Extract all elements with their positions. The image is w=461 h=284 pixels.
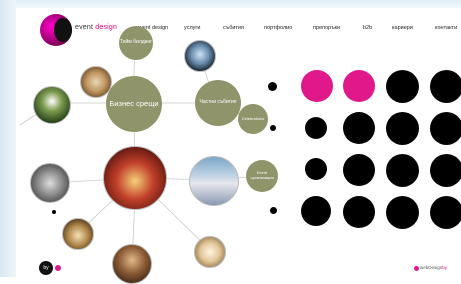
grid-dot[interactable] bbox=[430, 154, 461, 187]
grid-dot-small bbox=[270, 207, 277, 214]
grid-dot[interactable] bbox=[386, 70, 419, 103]
footer-credit-a: webDesign bbox=[420, 265, 443, 270]
grid-dot-small bbox=[268, 82, 277, 91]
photo-bubble-decoration[interactable] bbox=[80, 66, 112, 98]
bubble-celebrations-label: Celebrations bbox=[241, 115, 265, 121]
by-label: by bbox=[43, 265, 49, 271]
footer-credit[interactable]: webDesignby bbox=[420, 265, 447, 270]
grid-dot[interactable] bbox=[305, 117, 327, 139]
bubble-business-meetings[interactable]: Бизнес срещи bbox=[106, 76, 162, 132]
bubble-business-meetings-label: Бизнес срещи bbox=[109, 98, 159, 108]
photo-bubble-stage[interactable] bbox=[103, 146, 167, 210]
grid-dot[interactable] bbox=[305, 158, 327, 180]
grid-dot[interactable] bbox=[386, 154, 419, 187]
by-badge[interactable]: by bbox=[39, 261, 53, 275]
grid-dot[interactable] bbox=[301, 196, 331, 226]
grid-dot[interactable] bbox=[386, 112, 419, 145]
grid-dot[interactable] bbox=[430, 112, 461, 145]
grid-dot[interactable] bbox=[430, 70, 461, 103]
bubble-celebrations[interactable]: Celebrations bbox=[238, 104, 268, 134]
grid-dot[interactable] bbox=[386, 196, 419, 229]
grid-dot[interactable] bbox=[343, 196, 375, 228]
grid-dot-pink[interactable] bbox=[343, 70, 375, 102]
photo-bubble-hall[interactable] bbox=[62, 218, 94, 250]
bubble-event-organization[interactable]: Event организация bbox=[246, 160, 278, 192]
photo-bubble-dinner[interactable] bbox=[112, 244, 152, 284]
photo-bubble-garden[interactable] bbox=[33, 86, 71, 124]
photo-bubble-tent[interactable] bbox=[189, 156, 239, 206]
photo-bubble-venue[interactable] bbox=[30, 163, 70, 203]
small-dot bbox=[52, 210, 56, 214]
grid-dot[interactable] bbox=[343, 112, 375, 144]
footer-credit-b: by bbox=[442, 265, 448, 270]
photo-bubble-conference[interactable] bbox=[184, 40, 216, 72]
grid-dot-small bbox=[270, 125, 276, 131]
bubble-team-building-label: Тийм билдинг bbox=[119, 39, 153, 46]
grid-dot[interactable] bbox=[430, 196, 461, 229]
bubble-team-building[interactable]: Тийм билдинг bbox=[119, 26, 153, 60]
grid-dot-pink[interactable] bbox=[301, 70, 333, 102]
bubble-private-events-label: Частни събития bbox=[199, 99, 237, 106]
by-accent-dot bbox=[55, 265, 61, 271]
photo-bubble-lobby[interactable] bbox=[194, 236, 226, 268]
grid-dot[interactable] bbox=[343, 154, 375, 186]
footer-accent-dot bbox=[414, 266, 419, 271]
bubble-private-events[interactable]: Частни събития bbox=[195, 80, 241, 126]
bubble-event-organization-label: Event организация bbox=[250, 170, 274, 180]
